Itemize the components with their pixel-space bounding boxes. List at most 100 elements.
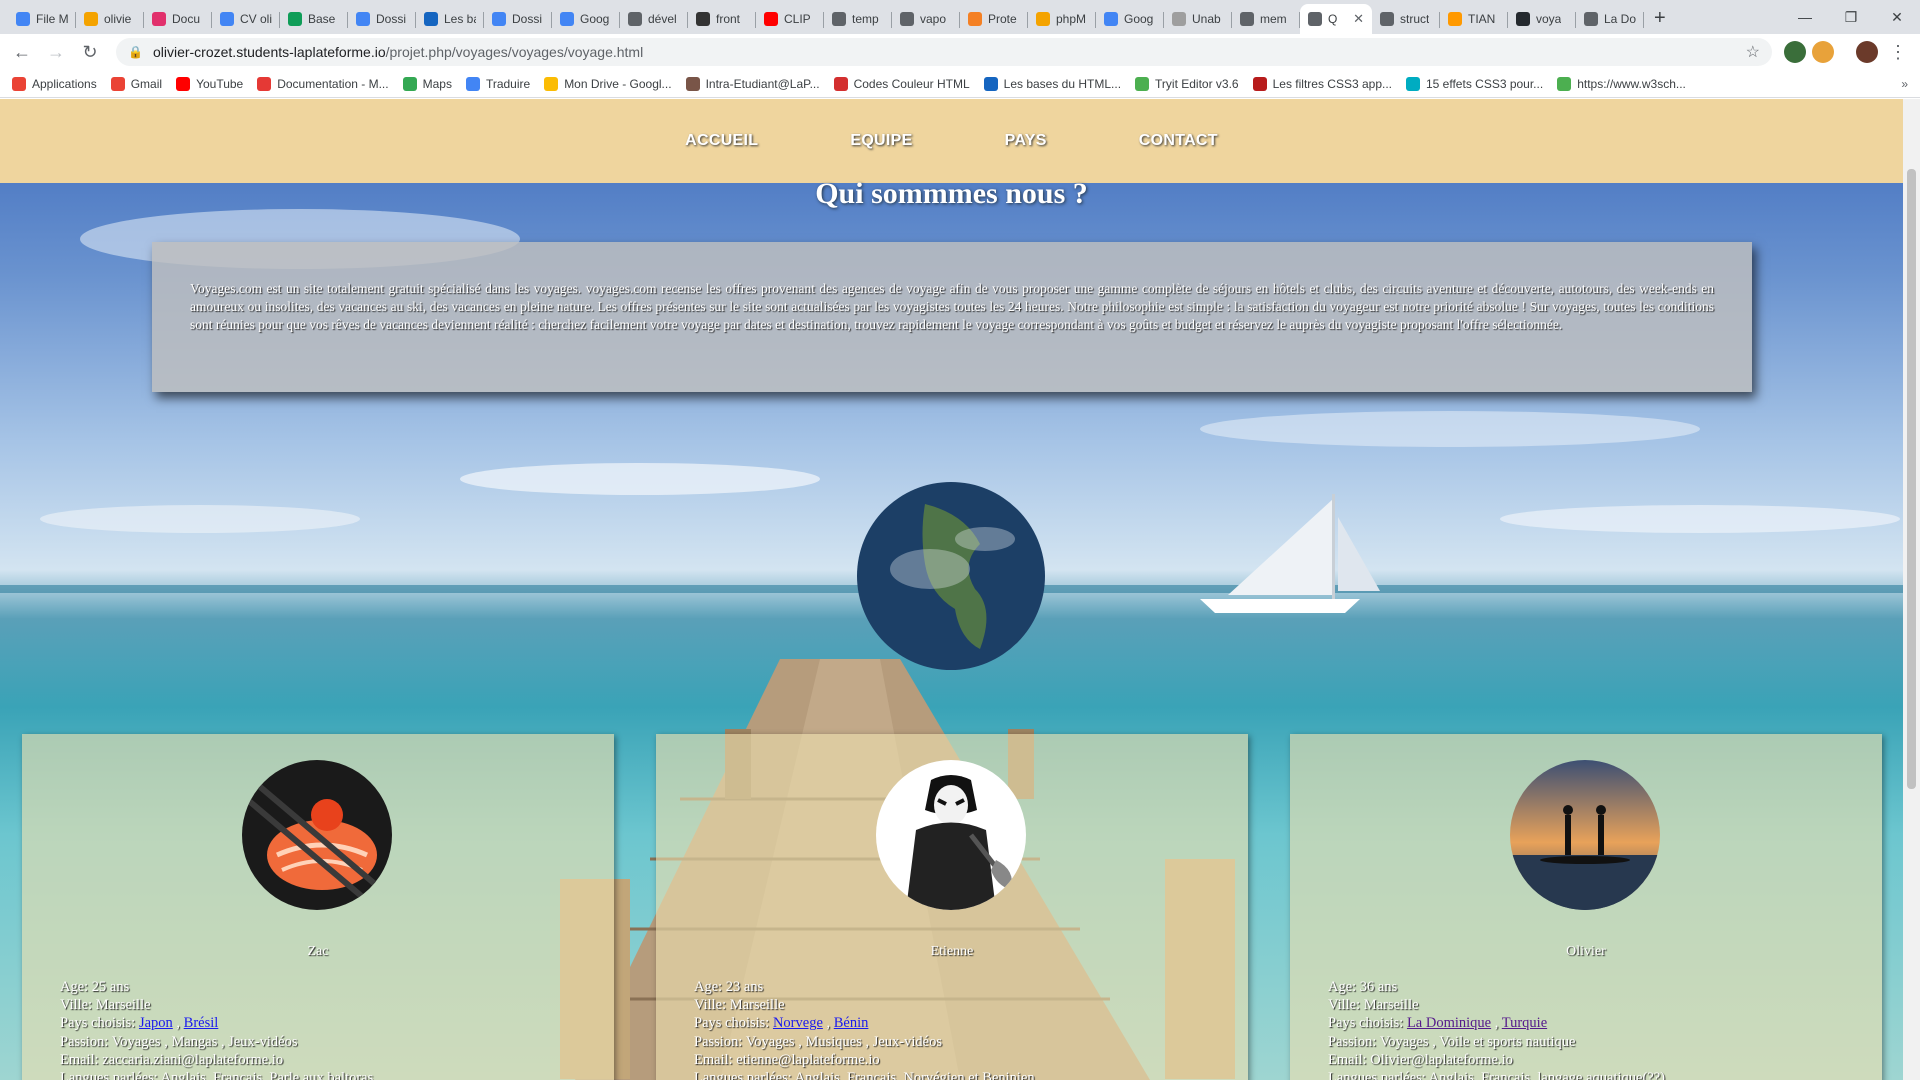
bookmark-item[interactable]: Maps	[402, 76, 452, 91]
browser-tab[interactable]: Dossi	[484, 4, 552, 34]
bookmark-label: Traduire	[485, 76, 531, 91]
country-link-1[interactable]: Norvege	[773, 1015, 823, 1031]
browser-tab[interactable]: Prote	[960, 4, 1028, 34]
cookie-extension-icon[interactable]	[1812, 41, 1834, 63]
member-languages: Langues parlées: Anglais, Français, Norv…	[694, 1070, 1035, 1080]
browser-tab[interactable]: Base	[280, 4, 348, 34]
bookmark-item[interactable]: YouTube	[176, 76, 243, 91]
tab-title: Prote	[988, 12, 1017, 26]
browser-tab[interactable]: vapo	[892, 4, 960, 34]
menu-dots-icon[interactable]: ⋮	[1884, 38, 1912, 66]
tab-favicon-icon	[696, 12, 710, 26]
close-window-icon[interactable]: ✕	[1874, 0, 1920, 34]
member-countries: Pays choisis: Japon , Brésil	[60, 1015, 219, 1032]
bookmark-favicon-icon	[402, 76, 417, 91]
browser-tab[interactable]: temp	[824, 4, 892, 34]
extension-icon[interactable]	[1784, 41, 1806, 63]
browser-tab[interactable]: File M	[8, 4, 76, 34]
bookmark-favicon-icon	[685, 76, 700, 91]
bookmark-item[interactable]: Mon Drive - Googl...	[544, 76, 672, 91]
bookmark-label: Applications	[32, 76, 97, 91]
tab-favicon-icon	[1584, 12, 1598, 26]
bookmark-star-icon[interactable]: ☆	[1746, 42, 1760, 62]
bookmark-item[interactable]: 15 effets CSS3 pour...	[1406, 76, 1543, 91]
browser-tab[interactable]: Dossi	[348, 4, 416, 34]
tab-strip: File M olivie Docu CV oli Base Dossi Les ba Dos…	[0, 0, 1920, 34]
browser-tab[interactable]: Goog	[1096, 4, 1164, 34]
member-details: Age: 36 ans Ville: Marseille Pays choisi…	[1328, 978, 1665, 1080]
country-link-1[interactable]: Japon	[139, 1015, 173, 1031]
member-languages: Langues parlées: Anglais, Français, Parl…	[60, 1070, 374, 1080]
country-link-2[interactable]: Bénin	[834, 1015, 869, 1031]
bookmarks-overflow-icon[interactable]: »	[1901, 77, 1908, 91]
browser-tab[interactable]: CV oli	[212, 4, 280, 34]
browser-tab[interactable]: Q ✕	[1300, 4, 1372, 34]
browser-tab[interactable]: Docu	[144, 4, 212, 34]
tab-favicon-icon	[1036, 12, 1050, 26]
browser-tab[interactable]: Goog	[552, 4, 620, 34]
page-scrollbar[interactable]	[1903, 99, 1920, 1080]
avatar	[242, 760, 392, 910]
browser-tab[interactable]: Les ba	[416, 4, 484, 34]
browser-tab[interactable]: mem	[1232, 4, 1300, 34]
url-host: olivier-crozet.students-laplateforme.io	[152, 44, 386, 60]
bookmark-item[interactable]: Codes Couleur HTML	[833, 76, 970, 91]
bookmark-label: https://www.w3sch...	[1577, 76, 1686, 91]
country-link-2[interactable]: Turquie	[1502, 1015, 1547, 1031]
profile-avatar[interactable]	[1856, 41, 1878, 63]
nav-link-countries[interactable]: PAYS	[1005, 132, 1047, 150]
tab-list: File M olivie Docu CV oli Base Dossi Les ba Dos…	[8, 4, 1644, 34]
nav-link-contact[interactable]: CONTACT	[1139, 132, 1218, 150]
bookmark-item[interactable]: Documentation - M...	[257, 76, 389, 91]
browser-tab[interactable]: Unab	[1164, 4, 1232, 34]
window-controls: — ❐ ✕	[1782, 0, 1920, 34]
reload-icon[interactable]: ↻	[76, 38, 104, 66]
bookmark-item[interactable]: Les filtres CSS3 app...	[1252, 76, 1392, 91]
country-link-1[interactable]: La Dominique	[1407, 1015, 1491, 1031]
new-tab-button[interactable]: +	[1644, 4, 1676, 34]
tab-title: struct	[1400, 12, 1430, 26]
scrollbar-thumb[interactable]	[1907, 169, 1916, 789]
bookmark-item[interactable]: Applications	[12, 76, 97, 91]
browser-tab[interactable]: front	[688, 4, 756, 34]
bookmark-item[interactable]: Traduire	[465, 76, 531, 91]
browser-tab[interactable]: olivie	[76, 4, 144, 34]
browser-tab[interactable]: struct	[1372, 4, 1440, 34]
tab-title: Goog	[580, 12, 610, 26]
back-icon[interactable]: ←	[8, 38, 36, 66]
nav-link-team[interactable]: EQUIPE	[850, 132, 912, 150]
member-countries: Pays choisis: La Dominique , Turquie	[1328, 1015, 1548, 1032]
paddle-sunset-photo-icon	[1510, 760, 1660, 910]
tab-title: Q	[1328, 12, 1338, 26]
bookmark-item[interactable]: https://www.w3sch...	[1557, 76, 1686, 91]
tab-favicon-icon	[764, 12, 778, 26]
member-name: Etienne	[930, 944, 974, 959]
nav-link-home[interactable]: ACCUEIL	[685, 132, 758, 150]
maximize-icon[interactable]: ❐	[1828, 0, 1874, 34]
browser-tab[interactable]: voya	[1508, 4, 1576, 34]
tab-favicon-icon	[492, 12, 506, 26]
bookmark-item[interactable]: Tryit Editor v3.6	[1135, 76, 1239, 91]
minimize-icon[interactable]: —	[1782, 0, 1828, 34]
tab-favicon-icon	[1172, 12, 1186, 26]
browser-tab[interactable]: TIAN	[1440, 4, 1508, 34]
member-card-zac: Zac Age: 25 ans Ville: Marseille Pays ch…	[22, 734, 614, 1080]
member-name: Zac	[307, 944, 329, 959]
bookmark-favicon-icon	[1135, 76, 1150, 91]
bookmark-item[interactable]: Intra-Etudiant@LaP...	[685, 76, 820, 91]
bookmark-item[interactable]: Gmail	[110, 76, 162, 91]
bookmark-item[interactable]: Les bases du HTML...	[983, 76, 1121, 91]
bookmark-favicon-icon	[544, 76, 559, 91]
browser-tab[interactable]: CLIP	[756, 4, 824, 34]
tab-favicon-icon	[152, 12, 166, 26]
forward-icon[interactable]: →	[42, 38, 70, 66]
browser-tab[interactable]: La Do	[1576, 4, 1644, 34]
lock-icon: 🔒	[128, 45, 143, 59]
close-tab-icon[interactable]: ✕	[1353, 11, 1364, 27]
address-bar[interactable]: 🔒 olivier-crozet.students-laplateforme.i…	[116, 38, 1772, 66]
country-link-2[interactable]: Brésil	[184, 1015, 219, 1031]
browser-tab[interactable]: phpM	[1028, 4, 1096, 34]
member-passion: Passion: Voyages , Mangas , Jeux-vidéos	[60, 1033, 298, 1050]
tab-favicon-icon	[1516, 12, 1530, 26]
browser-tab[interactable]: dével	[620, 4, 688, 34]
